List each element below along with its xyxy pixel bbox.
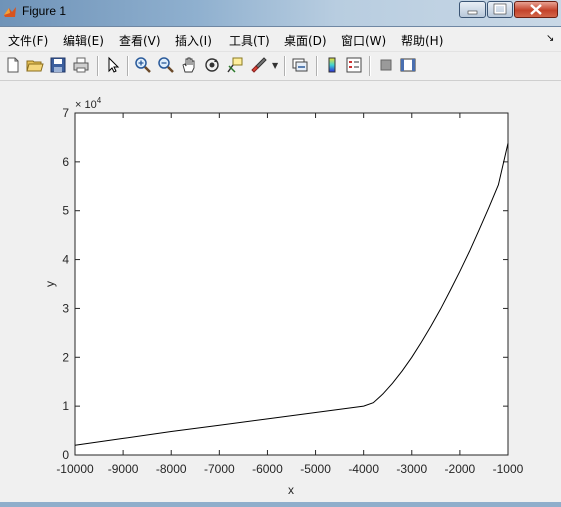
y-axis-label: y <box>43 281 57 287</box>
x-axis-label: x <box>288 483 294 497</box>
y-tick-label: 6 <box>62 155 69 169</box>
link-plot-icon[interactable] <box>291 56 309 74</box>
x-tick-label: -6000 <box>252 462 283 476</box>
toolbar-separator <box>97 56 99 76</box>
y-tick-label: 0 <box>62 448 69 462</box>
y-exponent-label: × 104 <box>75 96 102 111</box>
figure-canvas: -10000 -9000 -8000 -7000 -6000 -5000 -4000 -300… <box>0 81 561 503</box>
y-tick-label: 1 <box>62 399 69 413</box>
x-tick-label: -2000 <box>445 462 476 476</box>
print-icon[interactable] <box>72 56 90 74</box>
maximize-icon <box>493 3 507 15</box>
zoom-in-icon[interactable] <box>134 56 152 74</box>
y-tick-label: 5 <box>62 204 69 218</box>
menu-file[interactable]: 文件(F) <box>8 32 48 49</box>
x-tick-label: -9000 <box>108 462 139 476</box>
window-bottom-border <box>0 502 561 507</box>
data-cursor-icon[interactable] <box>226 56 244 74</box>
menu-view[interactable]: 查看(V) <box>119 32 161 49</box>
new-figure-icon[interactable] <box>4 56 22 74</box>
x-tick-label: -5000 <box>300 462 331 476</box>
show-plot-tools-icon[interactable] <box>399 56 417 74</box>
menu-bar: 文件(F) 编辑(E) 查看(V) 插入(I) 工具(T) 桌面(D) 窗口(W… <box>0 27 561 52</box>
pointer-icon[interactable] <box>104 56 122 74</box>
x-tick-label: -3000 <box>396 462 427 476</box>
close-button[interactable] <box>514 1 558 18</box>
x-tick-label: -8000 <box>156 462 187 476</box>
menu-dock-arrow-icon[interactable]: ↘ <box>546 33 554 44</box>
close-icon <box>530 4 542 15</box>
toolbar-separator <box>369 56 371 76</box>
save-icon[interactable] <box>49 56 67 74</box>
menu-edit[interactable]: 编辑(E) <box>63 32 104 49</box>
window-title: Figure 1 <box>22 4 67 18</box>
menu-tools[interactable]: 工具(T) <box>229 32 270 49</box>
matlab-logo-icon <box>4 7 16 17</box>
hide-plot-tools-icon[interactable] <box>377 56 395 74</box>
minimize-button[interactable] <box>459 1 486 18</box>
title-bar: Figure 1 <box>0 0 561 27</box>
menu-window[interactable]: 窗口(W) <box>341 32 386 49</box>
rotate-3d-icon[interactable] <box>203 56 221 74</box>
open-file-icon[interactable] <box>26 56 44 74</box>
x-tick-label: -7000 <box>204 462 235 476</box>
maximize-button[interactable] <box>487 1 513 18</box>
plot-svg: -10000 -9000 -8000 -7000 -6000 -5000 -4000 -300… <box>43 96 524 497</box>
y-tick-label: 7 <box>62 106 69 120</box>
x-tick-label: -1000 <box>493 462 524 476</box>
y-tick-label: 3 <box>62 301 69 315</box>
brush-icon[interactable] <box>250 56 268 74</box>
axes-box[interactable] <box>74 112 509 456</box>
toolbar-separator <box>284 56 286 76</box>
x-tick-label: -4000 <box>348 462 379 476</box>
pan-icon[interactable] <box>180 56 198 74</box>
menu-help[interactable]: 帮助(H) <box>401 32 443 49</box>
zoom-out-icon[interactable] <box>157 56 175 74</box>
figure-toolbar: ▼ <box>0 52 561 81</box>
menu-desktop[interactable]: 桌面(D) <box>284 32 327 49</box>
y-tick-label: 4 <box>62 253 69 267</box>
brush-dropdown-icon[interactable]: ▼ <box>272 61 278 70</box>
x-tick-label: -10000 <box>56 462 94 476</box>
legend-icon[interactable] <box>345 56 363 74</box>
colorbar-icon[interactable] <box>323 56 341 74</box>
menu-insert[interactable]: 插入(I) <box>175 32 212 49</box>
minimize-icon <box>467 10 478 15</box>
toolbar-separator <box>316 56 318 76</box>
toolbar-separator <box>127 56 129 76</box>
y-tick-label: 2 <box>62 350 69 364</box>
